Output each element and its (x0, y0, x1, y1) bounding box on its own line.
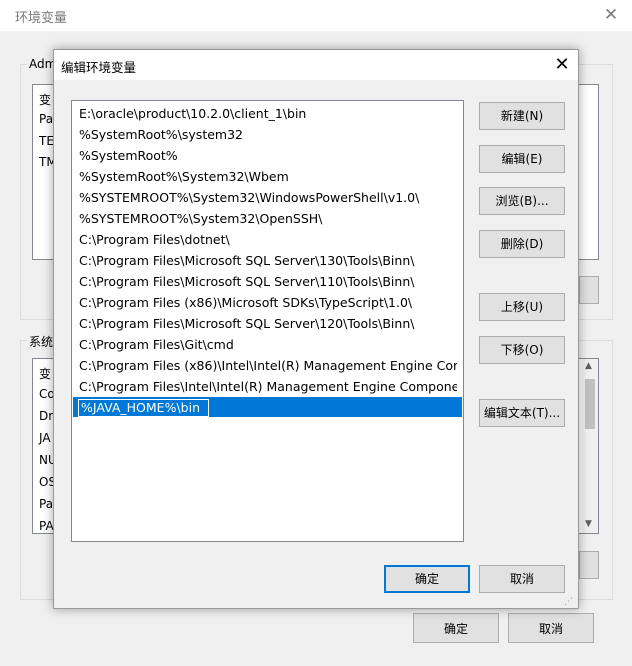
dialog-title: 编辑环境变量 (61, 60, 137, 75)
bg-ok-button[interactable]: 确定 (413, 613, 499, 643)
ok-button[interactable]: 确定 (384, 565, 470, 593)
move-down-button[interactable]: 下移(O) (479, 336, 565, 364)
dialog-titlebar: 编辑环境变量 ✕ (54, 50, 578, 80)
list-item: 变 (39, 93, 52, 107)
move-up-button[interactable]: 上移(U) (479, 293, 565, 321)
list-item[interactable]: E:\oracle\product\10.2.0\client_1\bin (79, 103, 457, 124)
list-item[interactable]: C:\Program Files\Microsoft SQL Server\13… (79, 250, 457, 271)
list-item: 变 (39, 367, 52, 381)
path-list[interactable]: E:\oracle\product\10.2.0\client_1\bin %S… (71, 100, 464, 542)
browse-button[interactable]: 浏览(B)... (479, 187, 565, 215)
scroll-up-icon[interactable]: ▲ (585, 361, 592, 371)
list-item[interactable]: C:\Program Files\dotnet\ (79, 229, 457, 250)
list-item[interactable]: C:\Program Files\Microsoft SQL Server\12… (79, 313, 457, 334)
scrollbar[interactable]: ▲ ▼ (582, 359, 598, 533)
list-item[interactable]: C:\Program Files (x86)\Microsoft SDKs\Ty… (79, 292, 457, 313)
close-icon[interactable]: ✕ (600, 4, 622, 26)
list-item[interactable]: C:\Program Files\Intel\Intel(R) Manageme… (79, 376, 457, 397)
list-item[interactable]: C:\Program Files\Git\cmd (79, 334, 457, 355)
bg-cancel-button[interactable]: 取消 (508, 613, 594, 643)
scroll-down-icon[interactable]: ▼ (585, 519, 592, 529)
cancel-button[interactable]: 取消 (479, 565, 565, 593)
list-item[interactable]: %SystemRoot%\system32 (79, 124, 457, 145)
list-item[interactable]: C:\Program Files\Microsoft SQL Server\11… (79, 271, 457, 292)
list-item[interactable]: %SYSTEMROOT%\System32\WindowsPowerShell\… (79, 187, 457, 208)
list-item[interactable]: TE (39, 134, 54, 148)
list-item[interactable]: %SystemRoot%\System32\Wbem (79, 166, 457, 187)
edit-text-button[interactable]: 编辑文本(T)... (479, 399, 565, 427)
list-item[interactable]: PA (39, 519, 54, 533)
user-delete-button[interactable] (579, 276, 599, 304)
path-edit-input[interactable]: %JAVA_HOME%\bin (78, 399, 209, 417)
edit-button[interactable]: 编辑(E) (479, 145, 565, 173)
list-item[interactable]: C:\Program Files (x86)\Intel\Intel(R) Ma… (79, 355, 457, 376)
list-item[interactable]: %SystemRoot% (79, 145, 457, 166)
list-item[interactable]: Pa (39, 497, 53, 511)
list-item[interactable]: Dr (39, 409, 53, 423)
window-titlebar: 环境变量 ✕ (0, 0, 632, 31)
list-item[interactable]: %SYSTEMROOT%\System32\OpenSSH\ (79, 208, 457, 229)
new-button[interactable]: 新建(N) (479, 102, 565, 130)
list-item[interactable]: JA (39, 431, 51, 445)
system-vars-label: 系统 (27, 333, 56, 350)
window-title: 环境变量 (15, 11, 68, 26)
scrollbar-thumb[interactable] (585, 379, 595, 429)
list-item[interactable]: Pa (39, 112, 53, 126)
system-delete-button[interactable] (579, 551, 599, 579)
resize-grip-icon[interactable]: ⋰ (564, 596, 576, 608)
delete-button[interactable]: 删除(D) (479, 230, 565, 258)
close-icon[interactable]: ✕ (550, 53, 574, 77)
edit-env-var-dialog: 编辑环境变量 ✕ E:\oracle\product\10.2.0\client… (53, 49, 579, 609)
